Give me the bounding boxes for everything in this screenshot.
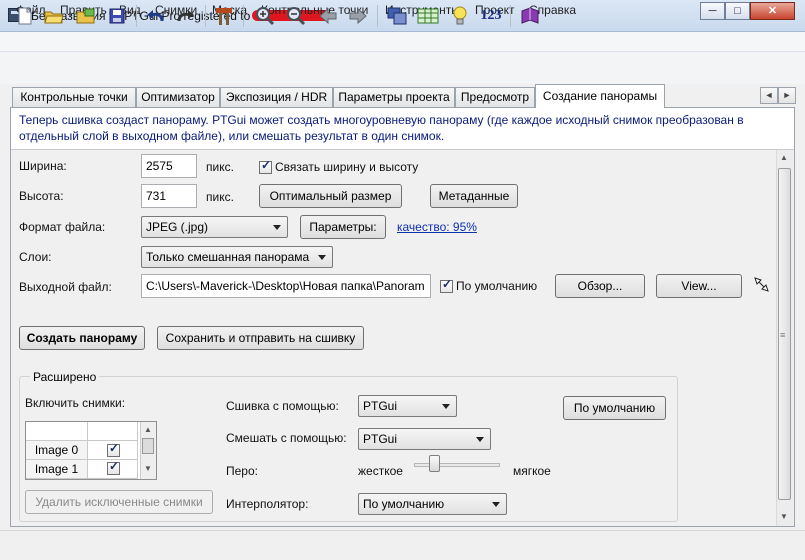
interpolator-label: Интерполятор:	[226, 497, 309, 511]
table-icon[interactable]	[416, 4, 440, 28]
info-text: Теперь сшивка создаст панораму. PTGui мо…	[19, 113, 744, 143]
open-images-icon[interactable]	[74, 4, 98, 28]
feather-slider-track[interactable]	[414, 463, 500, 467]
link-size-label: Связать ширину и высоту	[275, 160, 419, 174]
table-row-image-name: Image 0	[26, 441, 88, 460]
tab-project-settings[interactable]: Параметры проекта	[333, 87, 455, 107]
panorama-editor-icon[interactable]	[385, 4, 409, 28]
view-button[interactable]: View...	[656, 274, 742, 298]
layers-select[interactable]: Только смешанная панорама	[141, 246, 333, 268]
feather-label: Перо:	[226, 464, 258, 478]
zoom-in-icon[interactable]	[253, 4, 277, 28]
feather-hard-label: жесткое	[358, 464, 403, 478]
toolbar-separator	[377, 5, 378, 27]
toolbar-separator	[136, 5, 137, 27]
scroll-down-icon[interactable]: ▼	[144, 464, 152, 473]
status-bar	[0, 530, 805, 560]
tab-scroll-left-button[interactable]: ◄	[760, 87, 778, 104]
height-label: Высота:	[19, 189, 64, 203]
tab-scroll-right-button[interactable]: ►	[778, 87, 796, 104]
advanced-group-title: Расширено	[30, 370, 100, 384]
scroll-down-icon[interactable]: ▼	[780, 512, 788, 521]
minimize-button[interactable]: ─	[700, 2, 725, 20]
new-file-icon[interactable]	[13, 4, 37, 28]
tab-create-panorama[interactable]: Создание панорамы	[535, 84, 665, 108]
grid-header-name	[26, 422, 88, 441]
metadata-button[interactable]: Метаданные	[430, 184, 518, 208]
open-folder-icon[interactable]	[42, 4, 66, 28]
tab-optimizer[interactable]: Оптимизатор	[136, 87, 220, 107]
tab-preview[interactable]: Предосмотр	[455, 87, 535, 107]
create-panorama-button[interactable]: Создать панораму	[19, 326, 145, 350]
blender-label: Смешать с помощью:	[226, 431, 347, 445]
redo-icon[interactable]	[174, 4, 198, 28]
close-button[interactable]: ✕	[750, 2, 795, 20]
include-images-label: Включить снимки:	[25, 396, 126, 410]
images-grid-scrollbar[interactable]: ▲ ▼	[140, 422, 156, 479]
format-label: Формат файла:	[19, 220, 106, 234]
resize-cursor-icon	[754, 277, 769, 292]
blender-select[interactable]: PTGui	[358, 428, 491, 450]
zoom-out-icon[interactable]	[284, 4, 308, 28]
layers-label: Слои:	[19, 250, 52, 264]
height-input[interactable]: 731	[141, 184, 197, 208]
table-row-image-name: Image 1	[26, 460, 88, 479]
toolbar-separator	[510, 5, 511, 27]
default-output-label: По умолчанию	[456, 279, 538, 293]
maximize-button[interactable]: □	[725, 2, 750, 20]
include-image-1-checkbox[interactable]: ✓	[107, 459, 120, 475]
output-file-label: Выходной файл:	[19, 280, 112, 294]
stitcher-label: Сшивка с помощью:	[226, 399, 339, 413]
toolbar-separator	[205, 5, 206, 27]
grid-header-include	[88, 422, 138, 441]
height-unit: пикс.	[206, 190, 234, 204]
previous-icon[interactable]	[316, 4, 340, 28]
interpolator-select[interactable]: По умолчанию	[358, 493, 507, 515]
width-label: Ширина:	[19, 159, 67, 173]
browse-button[interactable]: Обзор...	[555, 274, 645, 298]
tools-icon[interactable]	[212, 4, 236, 28]
width-unit: пикс.	[206, 160, 234, 174]
link-size-checkbox[interactable]: ✓	[259, 158, 272, 174]
output-file-input[interactable]: C:\Users\-Maverick-\Desktop\Новая папка\…	[141, 274, 431, 298]
defaults-button[interactable]: По умолчанию	[563, 396, 666, 420]
optimal-size-button[interactable]: Оптимальный размер	[259, 184, 402, 208]
save-and-send-button[interactable]: Сохранить и отправить на сшивку	[157, 326, 364, 350]
tab-control-points[interactable]: Контрольные точки	[12, 87, 136, 107]
toolbar	[0, 52, 805, 84]
scroll-grip-icon: ≡	[780, 330, 786, 340]
undo-icon[interactable]	[143, 4, 167, 28]
format-params-button[interactable]: Параметры:	[300, 215, 386, 239]
quality-link[interactable]: качество: 95%	[397, 220, 477, 234]
stitcher-select[interactable]: PTGui	[358, 395, 457, 417]
feather-slider-thumb[interactable]	[429, 455, 440, 472]
scroll-up-icon[interactable]: ▲	[780, 153, 788, 162]
menu-bar	[0, 32, 805, 52]
include-image-0-checkbox[interactable]: ✓	[107, 441, 120, 457]
width-input[interactable]: 2575	[141, 154, 197, 178]
remove-excluded-button[interactable]: Удалить исключенные снимки	[25, 490, 213, 514]
next-icon[interactable]	[346, 4, 370, 28]
bulb-icon[interactable]	[448, 4, 472, 28]
tab-exposure-hdr[interactable]: Экспозиция / HDR	[220, 87, 333, 107]
save-icon[interactable]	[105, 4, 129, 28]
feather-soft-label: мягкое	[513, 464, 551, 478]
format-select[interactable]: JPEG (.jpg)	[141, 216, 288, 238]
default-output-checkbox[interactable]: ✓	[440, 277, 453, 293]
grid-scroll-thumb[interactable]	[142, 438, 154, 454]
book-icon[interactable]	[518, 4, 542, 28]
toolbar-separator	[243, 5, 244, 27]
scroll-up-icon[interactable]: ▲	[144, 425, 152, 434]
numbers-icon[interactable]: 123	[476, 4, 506, 28]
